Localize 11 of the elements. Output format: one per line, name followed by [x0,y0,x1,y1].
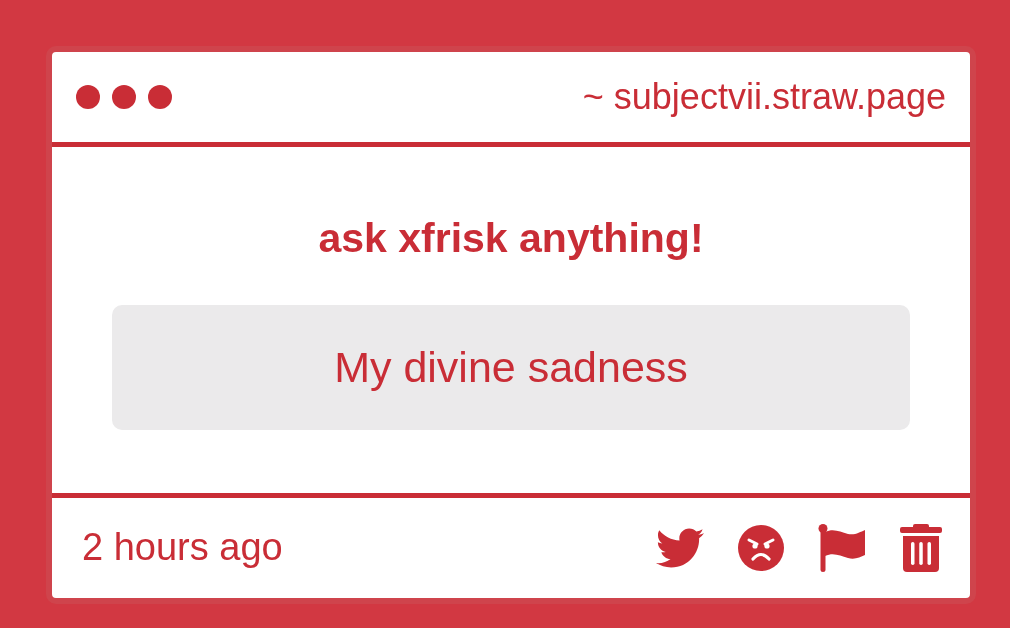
dot-icon [112,85,136,109]
question-text: My divine sadness [334,342,688,393]
angry-face-icon[interactable] [738,525,784,571]
trash-icon[interactable] [900,524,942,572]
bird-icon[interactable] [656,528,704,568]
prompt-title: ask xfrisk anything! [318,215,704,263]
flag-icon[interactable] [818,524,866,572]
dot-icon [76,85,100,109]
dot-icon [148,85,172,109]
timestamp: 2 hours ago [82,526,283,570]
page-url: ~ subjectvii.straw.page [582,76,946,118]
